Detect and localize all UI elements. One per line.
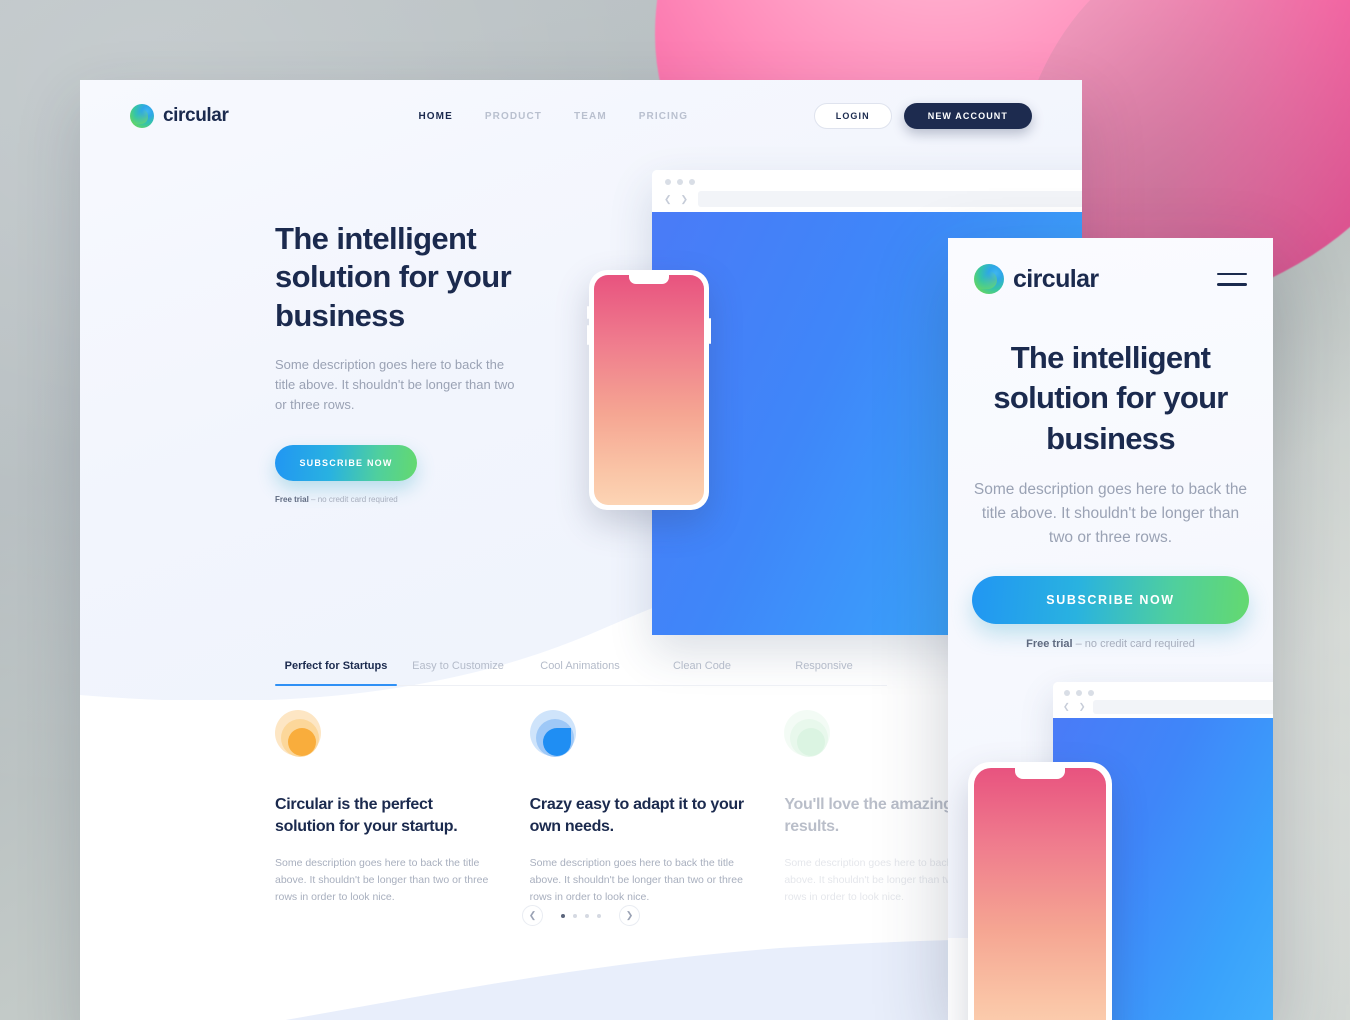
circular-logo-icon [130, 104, 154, 128]
mobile-brand-name: circular [1013, 264, 1099, 293]
bottom-wave-divider [80, 910, 1082, 1020]
new-account-button[interactable]: NEW ACCOUNT [903, 103, 1032, 129]
login-button[interactable]: LOGIN [813, 103, 892, 129]
mobile-free-trial-label: Free trial [1026, 638, 1073, 650]
brand-logo[interactable]: circular [130, 104, 229, 128]
browser-nav-arrows: ❮ ❯ [664, 194, 688, 205]
green-circles-icon [784, 710, 836, 762]
chevron-right-icon[interactable]: ❯ [681, 194, 689, 205]
browser-toolbar: ❮ ❯ [1053, 682, 1273, 718]
mobile-hero-description: Some description goes here to back the t… [973, 481, 1248, 547]
mobile-page-mockup: circular The intelligent solution for yo… [948, 238, 1273, 1020]
nav-item-product[interactable]: PRODUCT [485, 111, 542, 122]
phone-device-mockup [587, 270, 711, 510]
primary-navigation: HOME PRODUCT TEAM PRICING [418, 111, 688, 122]
window-control-dots [1064, 690, 1094, 696]
hero-headline: The intelligent solution for your busine… [275, 221, 512, 333]
mobile-free-trial-note: Free trial – no credit card required [948, 638, 1273, 650]
nav-item-home[interactable]: HOME [418, 111, 452, 122]
feature-card-title: Crazy easy to adapt it to your own needs… [529, 796, 744, 835]
screenshot-stage: circular HOME PRODUCT TEAM PRICING LOGIN… [0, 0, 1350, 1020]
nav-item-pricing[interactable]: PRICING [639, 111, 688, 122]
feature-tabs: Perfect for Startups Easy to Customize C… [275, 660, 887, 686]
phone-notch [1015, 768, 1065, 779]
browser-url-bar[interactable] [1093, 700, 1273, 714]
desktop-header: circular HOME PRODUCT TEAM PRICING LOGIN… [80, 80, 1082, 152]
mobile-subscribe-button[interactable]: SUBSCRIBE NOW [972, 576, 1249, 624]
blue-circles-icon [529, 710, 582, 762]
feature-card-description: Some description goes here to back the t… [275, 856, 489, 903]
phone-notch [629, 275, 669, 284]
tab-clean-code[interactable]: Clean Code [641, 660, 763, 685]
chevron-left-icon[interactable]: ❮ [1063, 702, 1070, 711]
mobile-hero-headline: The intelligent solution for your busine… [993, 340, 1228, 456]
feature-card: Circular is the perfect solution for you… [275, 710, 496, 906]
mobile-header: circular [948, 238, 1273, 320]
browser-nav-arrows: ❮ ❯ [1063, 702, 1085, 711]
chevron-right-icon[interactable]: ❯ [1079, 702, 1086, 711]
free-trial-label: Free trial [275, 494, 309, 504]
free-trial-detail: – no credit card required [308, 494, 398, 504]
phone-screen [974, 768, 1106, 1020]
chevron-left-icon[interactable]: ❮ [664, 194, 672, 205]
tab-perfect-for-startups[interactable]: Perfect for Startups [275, 660, 397, 686]
hero-description: Some description goes here to back the t… [275, 357, 515, 412]
hero-content: The intelligent solution for your busine… [275, 220, 575, 504]
feature-card: Crazy easy to adapt it to your own needs… [529, 710, 751, 906]
circular-logo-icon [974, 264, 1004, 294]
feature-card-description: Some description goes here to back the t… [529, 856, 743, 903]
window-control-dots [665, 179, 695, 185]
nav-item-team[interactable]: TEAM [574, 111, 607, 122]
mobile-free-trial-detail: – no credit card required [1072, 638, 1195, 650]
browser-url-bar[interactable] [698, 191, 1082, 207]
header-actions: LOGIN NEW ACCOUNT [813, 103, 1032, 129]
feature-card-list: Circular is the perfect solution for you… [275, 710, 1005, 906]
desktop-page-mockup: circular HOME PRODUCT TEAM PRICING LOGIN… [80, 80, 1082, 1020]
browser-toolbar: ❮ ❯ [652, 170, 1082, 212]
phone-screen [594, 275, 704, 505]
feature-card-title: Circular is the perfect solution for you… [275, 796, 458, 835]
tab-easy-to-customize[interactable]: Easy to Customize [397, 660, 519, 685]
mobile-brand-logo[interactable]: circular [974, 264, 1099, 294]
mobile-phone-device-mockup [968, 762, 1112, 1020]
tab-responsive[interactable]: Responsive [763, 660, 885, 685]
hamburger-menu-icon[interactable] [1217, 272, 1247, 286]
subscribe-button[interactable]: SUBSCRIBE NOW [275, 444, 417, 481]
brand-name: circular [163, 105, 229, 126]
orange-circles-icon [275, 710, 327, 762]
tab-cool-animations[interactable]: Cool Animations [519, 660, 641, 685]
free-trial-note: Free trial – no credit card required [275, 495, 575, 504]
